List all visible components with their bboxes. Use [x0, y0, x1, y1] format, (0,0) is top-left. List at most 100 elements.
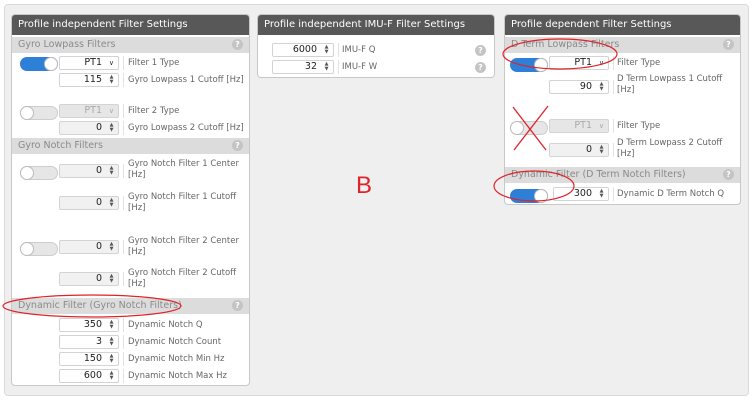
help-icon[interactable]: ?	[232, 140, 243, 151]
spinner-arrows-icon[interactable]: ▲ ▼	[108, 166, 115, 176]
spinner-arrows-icon[interactable]: ▲ ▼	[323, 62, 330, 72]
section-gyro-lowpass: Gyro Lowpass Filters ?	[12, 37, 249, 53]
divider	[123, 335, 124, 349]
label-line: [Hz]	[617, 149, 635, 159]
chevron-down-icon: ∨	[598, 122, 604, 130]
spin-down-icon[interactable]: ▼	[110, 127, 114, 133]
spinner-arrows-icon[interactable]: ▲ ▼	[108, 320, 115, 330]
spin-down-icon[interactable]: ▼	[110, 358, 114, 364]
input-value: 6000	[292, 44, 317, 55]
spin-down-icon[interactable]: ▼	[600, 86, 604, 92]
spinner-arrows-icon[interactable]: ▲ ▼	[108, 123, 115, 133]
help-icon[interactable]: ?	[475, 45, 486, 56]
gyro-notch2-center-label: Gyro Notch Filter 2 Center [Hz]	[128, 236, 239, 258]
gyro-lowpass2-toggle[interactable]	[20, 106, 58, 120]
dterm-lowpass1-toggle[interactable]	[510, 58, 548, 72]
label-line: [Hz]	[128, 279, 146, 289]
spinner-arrows-icon[interactable]: ▲ ▼	[108, 337, 115, 347]
spinner-arrows-icon[interactable]: ▲ ▼	[108, 371, 115, 381]
spinner-arrows-icon[interactable]: ▲ ▼	[598, 189, 605, 199]
dterm-lowpass1-type-label: Filter Type	[617, 58, 661, 68]
spin-down-icon[interactable]: ▼	[110, 375, 114, 381]
dynamic-dterm-notch-q-input[interactable]: 300 ▲ ▼	[553, 187, 609, 201]
label-line: Gyro Notch Filter 2 Center	[128, 236, 239, 246]
panel-title: Profile independent Filter Settings	[12, 15, 249, 35]
spin-down-icon[interactable]: ▼	[110, 79, 114, 85]
imuf-q-label: IMU-F Q	[342, 45, 376, 55]
spin-down-icon[interactable]: ▼	[600, 149, 604, 155]
dterm-lowpass1-type-select[interactable]: PT1 ∨	[549, 56, 609, 70]
spinner-arrows-icon[interactable]: ▲ ▼	[108, 75, 115, 85]
divider	[123, 352, 124, 366]
imuf-q-input[interactable]: 6000 ▲ ▼	[272, 43, 334, 57]
gyro-lowpass2-cutoff-input[interactable]: 0 ▲ ▼	[59, 121, 119, 135]
chevron-down-icon: ∨	[598, 59, 604, 67]
dynamic-notch-q-input[interactable]: 350 ▲ ▼	[59, 318, 119, 332]
dynamic-notch-max-input[interactable]: 600 ▲ ▼	[59, 369, 119, 383]
gyro-lowpass1-type-select[interactable]: PT1 ∨	[59, 56, 119, 70]
spin-down-icon[interactable]: ▼	[325, 49, 329, 55]
spinner-arrows-icon[interactable]: ▲ ▼	[598, 145, 605, 155]
divider	[123, 196, 124, 210]
imuf-w-input[interactable]: 32 ▲ ▼	[272, 60, 334, 74]
section-title: Dynamic Filter (Gyro Notch Filters)	[18, 300, 182, 311]
spinner-arrows-icon[interactable]: ▲ ▼	[598, 82, 605, 92]
help-icon[interactable]: ?	[232, 39, 243, 50]
gyro-lowpass1-toggle[interactable]	[20, 57, 58, 71]
toggle-knob	[44, 57, 58, 71]
spin-down-icon[interactable]: ▼	[110, 324, 114, 330]
toggle-knob	[510, 121, 524, 135]
spinner-arrows-icon[interactable]: ▲ ▼	[108, 198, 115, 208]
input-value: 0	[95, 241, 102, 252]
gyro-lowpass1-cutoff-input[interactable]: 115 ▲ ▼	[59, 73, 119, 87]
dterm-lowpass2-type-select[interactable]: PT1 ∨	[549, 119, 609, 133]
panel-profile-independent-filters: Profile independent Filter Settings Gyro…	[11, 14, 250, 386]
help-icon[interactable]: ?	[723, 169, 734, 180]
dterm-lowpass2-cutoff-input[interactable]: 0 ▲ ▼	[549, 143, 609, 157]
spin-down-icon[interactable]: ▼	[110, 170, 114, 176]
divider	[123, 164, 124, 178]
gyro-notch1-center-label: Gyro Notch Filter 1 Center [Hz]	[128, 159, 239, 181]
dterm-lowpass1-cutoff-input[interactable]: 90 ▲ ▼	[549, 80, 609, 94]
dynamic-notch-min-input[interactable]: 150 ▲ ▼	[59, 352, 119, 366]
spin-down-icon[interactable]: ▼	[325, 66, 329, 72]
gyro-notch1-cutoff-input[interactable]: 0 ▲ ▼	[59, 196, 119, 210]
help-icon[interactable]: ?	[475, 62, 486, 73]
section-title: D Term Lowpass Filters	[511, 39, 620, 50]
spin-down-icon[interactable]: ▼	[110, 278, 114, 284]
toggle-knob	[534, 189, 548, 203]
dterm-lowpass2-type-label: Filter Type	[617, 121, 661, 131]
section-title: Gyro Notch Filters	[18, 140, 103, 151]
spin-down-icon[interactable]: ▼	[110, 246, 114, 252]
gyro-lowpass2-type-select[interactable]: PT1 ∨	[59, 104, 119, 118]
spin-down-icon[interactable]: ▼	[600, 193, 604, 199]
divider	[338, 60, 339, 74]
input-value: 0	[95, 122, 102, 133]
divider	[613, 56, 614, 70]
label-line: [Hz]	[128, 170, 146, 180]
panel-imuf-filters: Profile independent IMU-F Filter Setting…	[257, 14, 495, 78]
dynamic-notch-count-input[interactable]: 3 ▲ ▼	[59, 335, 119, 349]
spinner-arrows-icon[interactable]: ▲ ▼	[323, 45, 330, 55]
gyro-notch1-center-input[interactable]: 0 ▲ ▼	[59, 164, 119, 178]
input-value: 90	[579, 81, 592, 92]
gyro-notch2-toggle[interactable]	[20, 242, 58, 256]
spin-down-icon[interactable]: ▼	[110, 341, 114, 347]
spin-down-icon[interactable]: ▼	[110, 202, 114, 208]
toggle-knob	[20, 166, 34, 180]
dynamic-dterm-notch-toggle[interactable]	[510, 189, 548, 203]
input-value: 0	[95, 165, 102, 176]
select-value: PT1	[84, 57, 102, 68]
gyro-notch2-center-input[interactable]: 0 ▲ ▼	[59, 240, 119, 254]
gyro-notch2-cutoff-input[interactable]: 0 ▲ ▼	[59, 272, 119, 286]
dterm-lowpass2-toggle[interactable]	[510, 121, 548, 135]
help-icon[interactable]: ?	[232, 300, 243, 311]
spinner-arrows-icon[interactable]: ▲ ▼	[108, 242, 115, 252]
input-value: 0	[95, 197, 102, 208]
spinner-arrows-icon[interactable]: ▲ ▼	[108, 274, 115, 284]
help-icon[interactable]: ?	[723, 39, 734, 50]
spinner-arrows-icon[interactable]: ▲ ▼	[108, 354, 115, 364]
gyro-notch1-toggle[interactable]	[20, 166, 58, 180]
select-value: PT1	[84, 105, 102, 116]
select-value: PT1	[574, 57, 592, 68]
